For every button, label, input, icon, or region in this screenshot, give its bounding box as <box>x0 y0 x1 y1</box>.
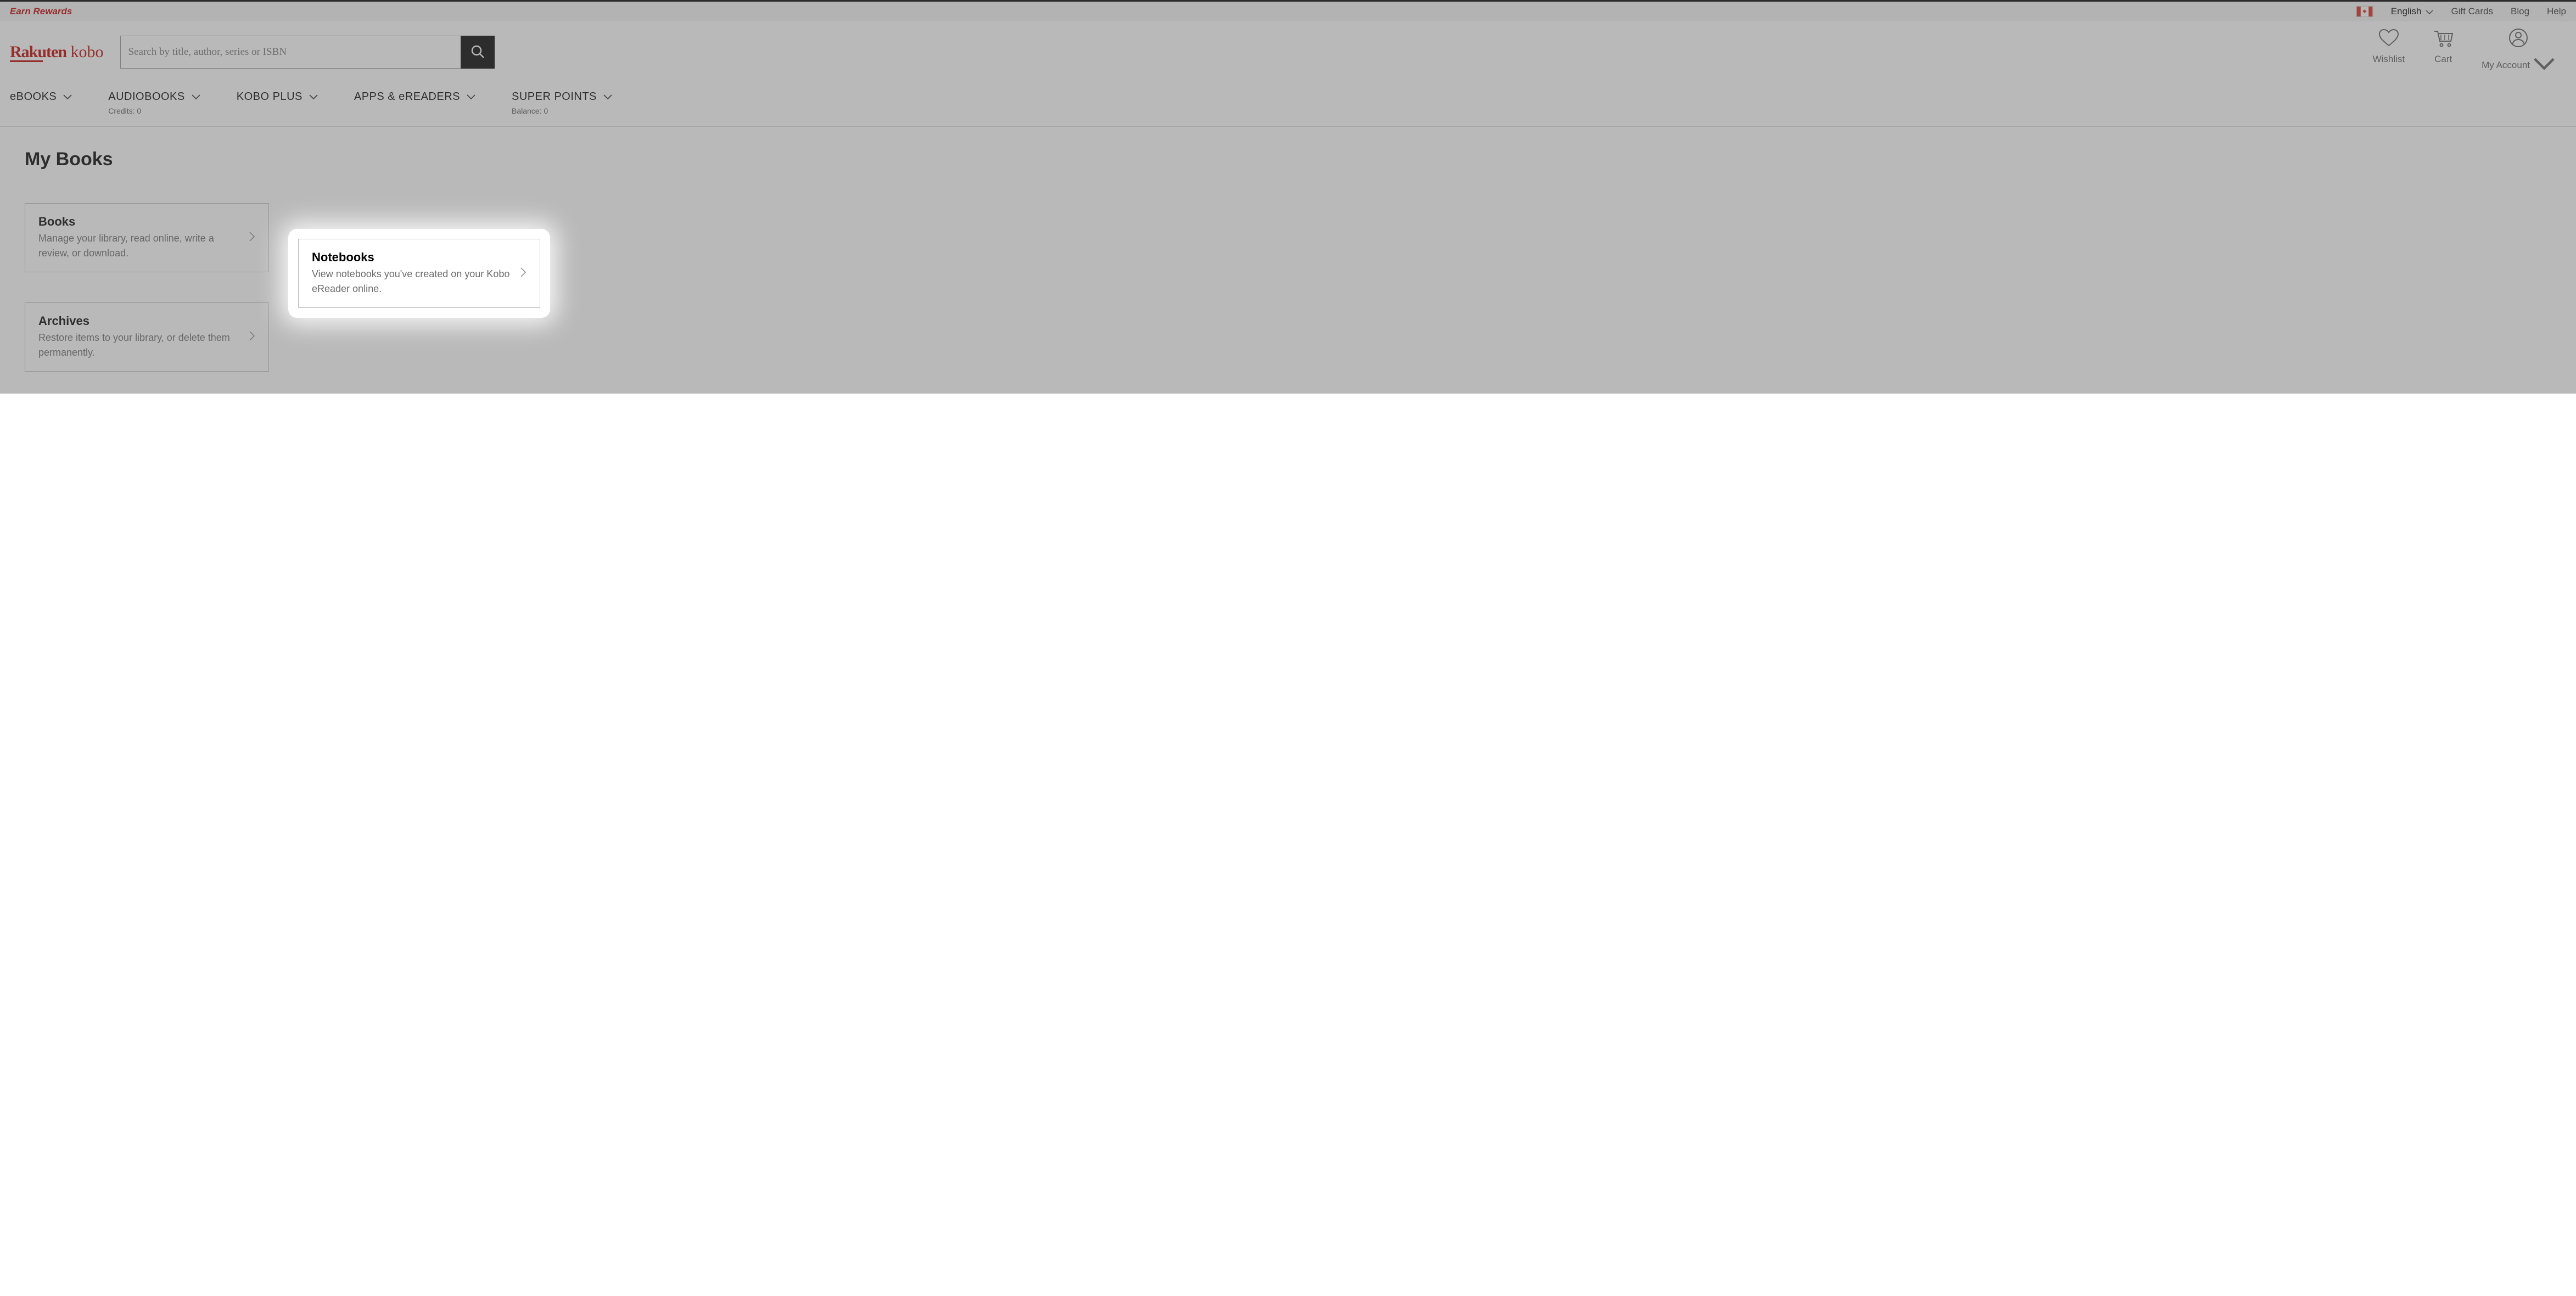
highlight-spotlight: Notebooks View notebooks you've created … <box>288 229 550 318</box>
top-utility-bar: Earn Rewards English Gift Cards Blog Hel… <box>0 2 2576 21</box>
card-archives-title: Archives <box>38 314 240 328</box>
chevron-down-icon <box>467 91 475 103</box>
nav-audiobooks[interactable]: AUDIOBOOKS Credits: 0 <box>108 91 200 115</box>
chevron-down-icon <box>192 91 200 103</box>
card-archives-desc: Restore items to your library, or delete… <box>38 330 240 360</box>
cart-label: Cart <box>2434 54 2452 65</box>
card-notebooks[interactable]: Notebooks View notebooks you've created … <box>298 239 540 308</box>
earn-rewards-link[interactable]: Earn Rewards <box>10 6 72 17</box>
card-notebooks-body: Notebooks View notebooks you've created … <box>312 250 511 296</box>
nav-super-points-label: SUPER POINTS <box>512 91 597 103</box>
account-label-wrap: My Account <box>2482 54 2555 76</box>
language-label: English <box>2391 6 2422 17</box>
card-books-body: Books Manage your library, read online, … <box>38 215 240 261</box>
nav-audiobooks-label: AUDIOBOOKS <box>108 91 184 103</box>
page-title: My Books <box>25 149 2551 170</box>
account-label: My Account <box>2482 60 2530 71</box>
country-flag-canada-icon[interactable] <box>2356 6 2373 17</box>
cart-icon <box>2432 28 2454 51</box>
help-link[interactable]: Help <box>2547 6 2566 17</box>
main-navigation: eBOOKS AUDIOBOOKS Credits: 0 KOBO PLUS A… <box>0 83 2576 127</box>
chevron-right-icon <box>520 267 527 280</box>
search-icon <box>470 44 485 61</box>
header-right: Wishlist Cart My Account <box>2373 28 2555 76</box>
wishlist-label: Wishlist <box>2373 54 2405 65</box>
gift-cards-link[interactable]: Gift Cards <box>2451 6 2493 17</box>
main-header: Rakuten kobo Wishlist Cart <box>0 21 2576 83</box>
wishlist-button[interactable]: Wishlist <box>2373 28 2405 76</box>
heart-icon <box>2378 28 2400 51</box>
logo-kobo-text: kobo <box>71 43 104 61</box>
card-notebooks-desc: View notebooks you've created on your Ko… <box>312 267 511 296</box>
nav-apps-ereaders[interactable]: APPS & eREADERS <box>354 91 475 103</box>
chevron-down-icon <box>63 91 72 103</box>
nav-kobo-plus-label: KOBO PLUS <box>237 91 303 103</box>
chevron-down-icon <box>2426 6 2433 17</box>
language-selector[interactable]: English <box>2391 6 2434 17</box>
blog-link[interactable]: Blog <box>2511 6 2529 17</box>
chevron-down-icon <box>603 91 612 103</box>
account-button[interactable]: My Account <box>2482 28 2555 76</box>
chevron-right-icon <box>249 231 255 245</box>
rakuten-kobo-logo[interactable]: Rakuten kobo <box>10 43 104 62</box>
chevron-right-icon <box>249 330 255 344</box>
card-archives[interactable]: Archives Restore items to your library, … <box>25 302 269 372</box>
card-books-desc: Manage your library, read online, write … <box>38 231 240 261</box>
nav-apps-label: APPS & eREADERS <box>354 91 460 103</box>
card-archives-body: Archives Restore items to your library, … <box>38 314 240 360</box>
nav-ebooks-label: eBOOKS <box>10 91 57 103</box>
top-bar-right: English Gift Cards Blog Help <box>2356 6 2566 17</box>
card-books[interactable]: Books Manage your library, read online, … <box>25 203 269 272</box>
search-container <box>120 36 495 69</box>
logo-rakuten-text: Rakuten <box>10 43 66 61</box>
nav-audiobooks-credits: Credits: 0 <box>108 106 200 115</box>
cart-button[interactable]: Cart <box>2432 28 2454 76</box>
chevron-down-icon <box>2533 54 2555 76</box>
card-notebooks-title: Notebooks <box>312 250 511 265</box>
nav-super-points[interactable]: SUPER POINTS Balance: 0 <box>512 91 612 115</box>
chevron-down-icon <box>309 91 318 103</box>
nav-kobo-plus[interactable]: KOBO PLUS <box>237 91 318 103</box>
card-books-title: Books <box>38 215 240 229</box>
nav-ebooks[interactable]: eBOOKS <box>10 91 72 103</box>
search-button[interactable] <box>461 36 495 69</box>
nav-super-points-balance: Balance: 0 <box>512 106 612 115</box>
search-input[interactable] <box>120 36 461 69</box>
user-icon <box>2507 28 2529 51</box>
